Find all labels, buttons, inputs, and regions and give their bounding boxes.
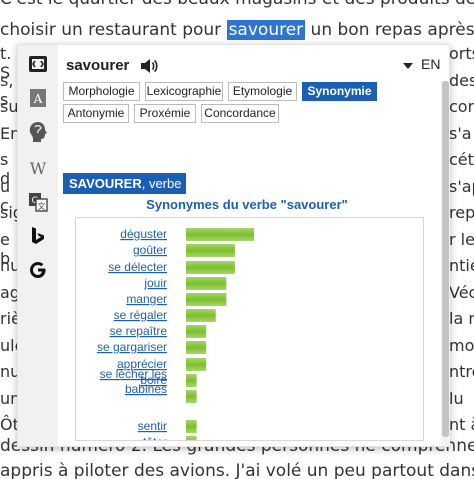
svg-text:A: A (33, 92, 43, 106)
translate-a-icon[interactable]: A (27, 87, 49, 109)
synonym-link[interactable]: se lécher les (100, 367, 167, 381)
synonym-link[interactable]: se repaître (110, 324, 168, 338)
article-fragment: r le (449, 229, 474, 249)
article-line: C'est le quartier des beaux magasins et … (0, 0, 474, 11)
synonym-bar (186, 277, 227, 290)
synonym-bar (186, 358, 207, 371)
dictionary-icon[interactable] (27, 53, 49, 75)
speaker-icon[interactable] (139, 57, 159, 75)
article-fragment: mo (449, 335, 474, 355)
synonym-bar (186, 261, 235, 274)
synonym-bar (186, 390, 197, 403)
article-fragment: rep (449, 203, 474, 222)
source-sidebar: A W G文 (18, 45, 58, 446)
entry-word: SAVOURER (69, 176, 142, 191)
tab-concordance[interactable]: Concordance (201, 104, 279, 123)
article-text: un bon repas après cette jo (310, 20, 474, 40)
article-fragment: ntie (449, 256, 474, 275)
synonym-link[interactable]: goûter (133, 243, 167, 257)
synonym-bar (186, 436, 197, 449)
tab-morphologie[interactable]: Morphologie (63, 82, 140, 101)
scrollbar-thumb[interactable] (442, 81, 449, 437)
popup-scrollbar[interactable] (441, 81, 450, 446)
article-line: appris à piloter des avions. J'ai volé u… (0, 461, 474, 479)
synonym-link[interactable]: manger (126, 292, 167, 306)
google-translate-icon[interactable]: G文 (27, 191, 49, 213)
synonym-link[interactable]: se gargariser (97, 340, 167, 354)
synonyms-bar-chart: déguster goûter se délecter jouir manger se r… (97, 227, 254, 449)
chevron-down-icon (403, 56, 413, 72)
wikipedia-icon[interactable]: W (27, 157, 49, 179)
language-label: EN (421, 56, 441, 72)
synonym-link[interactable]: tâter (143, 435, 167, 449)
article-fragment: ntre (449, 362, 474, 381)
selected-word[interactable]: savourer (226, 20, 306, 40)
tab-etymologie[interactable]: Etymologie (228, 82, 297, 101)
tab-antonymie[interactable]: Antonymie (63, 104, 129, 123)
tab-proxemie[interactable]: Proxémie (134, 104, 196, 123)
article-fragment: orts (449, 44, 474, 63)
bing-icon[interactable] (27, 225, 49, 247)
synonym-link[interactable]: babines (125, 382, 167, 396)
synonyms-chart: déguster goûter se délecter jouir manger se r… (75, 217, 424, 449)
tab-lexicographie[interactable]: Lexicographie (145, 82, 223, 101)
synonym-link[interactable]: jouir (143, 276, 167, 290)
article-fragment: nt à (449, 415, 474, 434)
tab-synonymie[interactable]: Synonymie (302, 82, 377, 101)
language-selector[interactable]: EN (403, 56, 440, 72)
synonym-link[interactable]: se régaler (114, 308, 167, 322)
synonym-bar (186, 420, 197, 433)
article-fragment: cét (449, 150, 474, 169)
article-fragment: des (449, 70, 474, 90)
synonym-bar (186, 228, 254, 241)
dictionary-popup: A W G文 savourer EN Morphologie Lexicogra… (17, 44, 450, 449)
article-fragment: s'ap (449, 176, 474, 196)
synonym-bar (186, 374, 197, 387)
article-fragment: con (449, 97, 474, 116)
entry-part-of-speech: , verbe (141, 176, 182, 191)
synonyms-title: Synonymes du verbe "savourer" (146, 197, 348, 212)
google-icon[interactable] (27, 259, 49, 281)
synonym-bar (186, 325, 207, 338)
synonym-link[interactable]: sentir (138, 419, 167, 433)
article-fragment: la n (449, 309, 474, 328)
lookup-word: savourer (66, 57, 130, 74)
synonym-bar (186, 309, 216, 322)
synonym-bar (186, 341, 207, 354)
entry-header: SAVOURER, verbe (63, 173, 186, 194)
article-fragment: s'a (449, 123, 472, 143)
synonym-link[interactable]: déguster (120, 227, 167, 241)
article-line-with-selection: choisir un restaurant pour savourer un b… (0, 18, 474, 42)
head-icon[interactable] (27, 121, 49, 143)
svg-text:W: W (30, 159, 47, 177)
synonym-bar (186, 244, 235, 257)
article-fragment: lu (449, 388, 464, 408)
svg-text:文: 文 (38, 201, 46, 211)
article-fragment: Véc (449, 282, 474, 302)
synonym-link[interactable]: se délecter (108, 260, 167, 274)
synonym-bar (186, 293, 227, 306)
article-text: choisir un restaurant pour (0, 20, 227, 40)
